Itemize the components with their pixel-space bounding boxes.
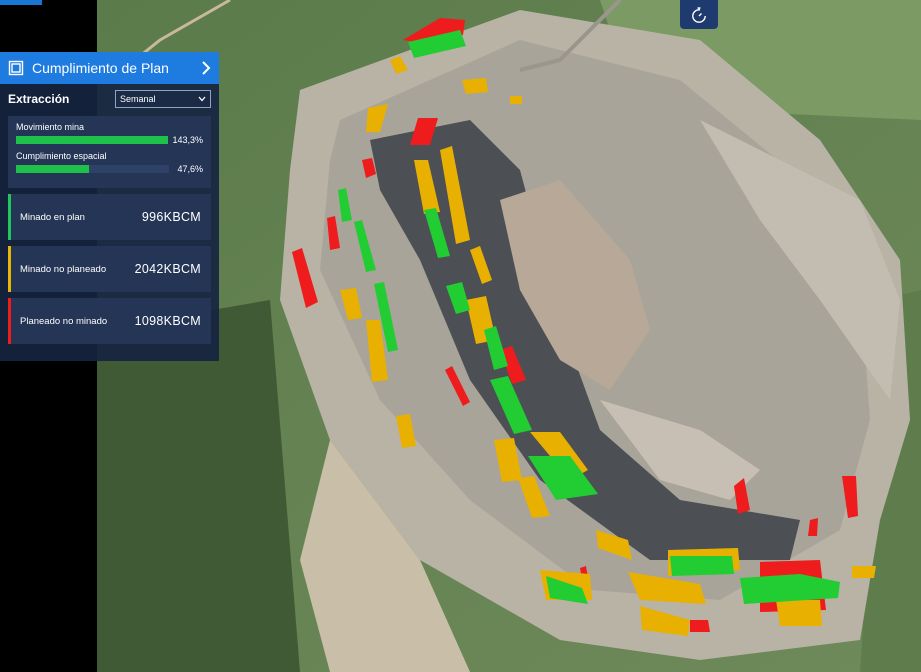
stat-minado-no-planeado[interactable]: Minado no planeado 2042KBCM [8, 246, 211, 292]
metric-value: 143,3% [172, 135, 203, 145]
stat-value: 1098KBCM [134, 314, 201, 328]
metric-movimiento-mina: Movimiento mina 143,3% [16, 122, 203, 145]
progress-fill [16, 165, 89, 173]
stat-color-stripe [8, 298, 11, 344]
polygon-green [670, 556, 734, 576]
stat-planeado-no-minado[interactable]: Planeado no minado 1098KBCM [8, 298, 211, 344]
panel-header[interactable]: Cumplimiento de Plan [0, 52, 219, 84]
polygon-yellow [462, 78, 488, 94]
chevron-right-icon[interactable] [201, 61, 211, 75]
chevron-down-icon [198, 96, 206, 102]
stopwatch-icon [692, 6, 706, 23]
polygon-yellow [776, 600, 822, 626]
timer-button[interactable] [680, 0, 718, 29]
stat-value: 2042KBCM [134, 262, 201, 276]
stat-value: 996KBCM [141, 210, 201, 224]
stat-label: Planeado no minado [20, 315, 108, 327]
top-accent-bar [0, 0, 42, 5]
polygon-yellow [510, 96, 522, 104]
polygon-red [690, 620, 710, 632]
progress-fill [16, 136, 169, 144]
metric-label: Movimiento mina [16, 122, 85, 132]
polygon-yellow [852, 566, 876, 578]
panel-title: Cumplimiento de Plan [32, 60, 169, 76]
stat-color-stripe [8, 246, 11, 292]
metrics-box: Movimiento mina 143,3% Cumplimiento espa… [8, 116, 211, 188]
metric-label: Cumplimiento espacial [16, 151, 107, 161]
progress-bar [16, 136, 169, 144]
section-label: Extracción [8, 92, 70, 106]
metric-cumplimiento-espacial: Cumplimiento espacial 47,6% [16, 151, 203, 174]
progress-bar [16, 165, 169, 173]
metric-value: 47,6% [177, 164, 203, 174]
stat-label: Minado en plan [20, 211, 85, 223]
period-select[interactable]: Semanal [115, 90, 211, 108]
stat-minado-en-plan[interactable]: Minado en plan 996KBCM [8, 194, 211, 240]
stat-label: Minado no planeado [20, 263, 107, 275]
period-select-value: Semanal [120, 94, 156, 104]
plan-compliance-panel: Cumplimiento de Plan Extracción Semanal … [0, 52, 219, 361]
stat-color-stripe [8, 194, 11, 240]
layers-icon [8, 60, 24, 76]
